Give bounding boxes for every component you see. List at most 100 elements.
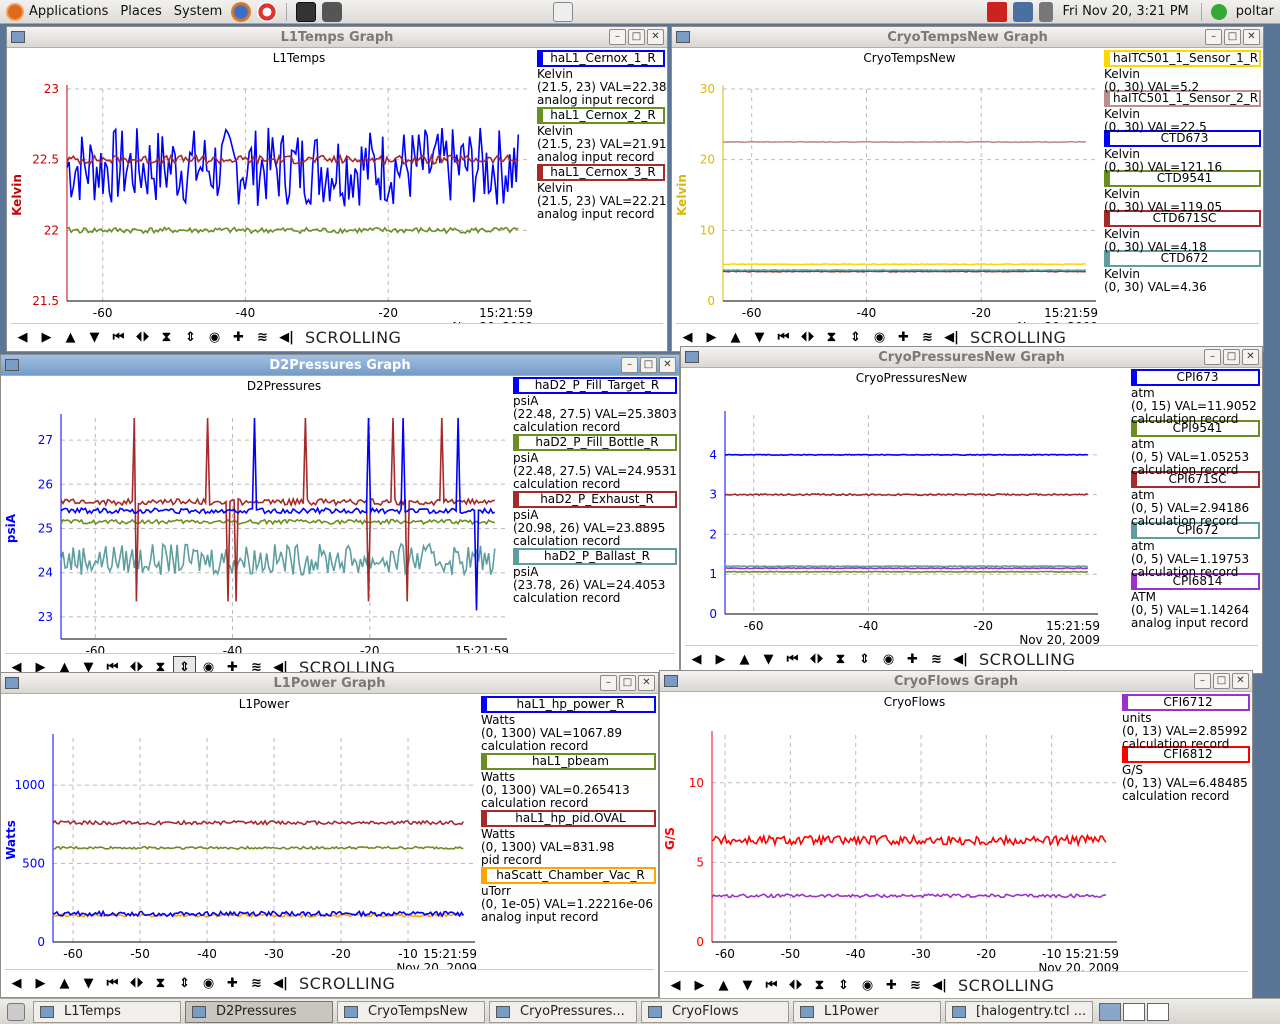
legend-pv-name[interactable]: CFI6712 [1122,694,1250,711]
legend-pv-name[interactable]: haL1_pbeam [481,753,656,770]
zoom-x-in-icon[interactable]: ⏮ [101,972,124,995]
legend-entry[interactable]: haITC501_1_Sensor_2_R Kelvin (0, 30) VAL=2… [1104,90,1261,134]
legend-entry[interactable]: haL1_pbeam Watts (0, 1300) VAL=0.265413 cal… [481,753,656,810]
legend-entry[interactable]: haD2_P_Fill_Bottle_R psiA (22.48, 27.5) VA… [513,434,677,491]
add-pv-icon[interactable]: ✚ [880,974,903,997]
scroll-back-icon[interactable]: ◀| [949,648,972,671]
legend-pv-name[interactable]: haL1_Cernox_2_R [537,107,665,124]
pan-down-icon[interactable]: ▼ [757,648,780,671]
zoom-x-in-icon[interactable]: ⏮ [760,974,783,997]
legend-entry[interactable]: CPI672 atm (0, 5) VAL=1.19753 calculation r… [1131,522,1260,579]
legend-entry[interactable]: CPI6814 ATM (0, 5) VAL=1.14264 analog input… [1131,573,1260,630]
scroll-back-icon[interactable]: ◀| [269,972,292,995]
legend-entry[interactable]: haL1_Cernox_1_R Kelvin (21.5, 23) VAL=22.3… [537,50,667,107]
legend-pv-name[interactable]: haITC501_1_Sensor_1_R [1104,50,1261,67]
update-notifier-icon[interactable] [987,1,1008,22]
legend-pv-name[interactable]: haD2_P_Fill_Target_R [513,377,677,394]
network-icon[interactable] [1013,1,1034,22]
cryotemps-window[interactable]: CryoTempsNew Graph – □ ✕ CryoTempsNew -60 -40 -… [671,26,1264,352]
legend-entry[interactable]: CPI671SC atm (0, 5) VAL=2.94186 calculation… [1131,471,1260,528]
applications-menu[interactable]: Applications [0,0,114,24]
pan-up-icon[interactable]: ▲ [733,648,756,671]
user-name[interactable]: poltar [1230,0,1280,24]
window-titlebar[interactable]: CryoTempsNew Graph [672,27,1263,48]
d2press-window[interactable]: D2Pressures Graph – □ ✕ D2Pressures -60 -40 -20… [0,354,680,682]
zoom-y-out-icon[interactable]: ⇕ [832,974,855,997]
reset-icon[interactable]: ◉ [197,972,220,995]
clock[interactable]: Fri Nov 20, 3:21 PM [1056,0,1194,24]
zoom-x-out-icon[interactable]: ⏴⏵ [125,972,148,995]
legend-entry[interactable]: CTD672 Kelvin (0, 30) VAL=4.36 [1104,250,1261,294]
close-icon[interactable]: ✕ [659,357,676,373]
zoom-y-out-icon[interactable]: ⇕ [179,326,202,349]
legend-entry[interactable]: haL1_hp_pid.OVAL Watts (0, 1300) VAL=831.9… [481,810,656,867]
zoom-y-out-icon[interactable]: ⇕ [173,972,196,995]
minimize-icon[interactable]: – [609,29,626,45]
autoscale-icon[interactable]: ≋ [925,648,948,671]
firefox-icon[interactable] [231,1,252,22]
close-icon[interactable]: ✕ [638,675,655,691]
zoom-y-in-icon[interactable]: ⧗ [155,326,178,349]
l1temps-window[interactable]: L1Temps Graph – □ ✕ L1Temps -60 -40 -20 21.5 22 22… [6,26,668,352]
zoom-x-out-icon[interactable]: ⏴⏵ [131,326,154,349]
zoom-x-out-icon[interactable]: ⏴⏵ [805,648,828,671]
pan-down-icon[interactable]: ▼ [77,972,100,995]
user-icon[interactable] [1210,3,1227,20]
minimize-icon[interactable]: – [600,675,617,691]
window-titlebar[interactable]: CryoPressuresNew Graph [681,347,1262,368]
legend-pv-name[interactable]: haITC501_1_Sensor_2_R [1104,90,1261,107]
taskbar-item[interactable]: CryoFlows [641,1000,789,1023]
pan-right-icon[interactable]: ▶ [709,648,732,671]
window-titlebar[interactable]: CryoFlows Graph [660,671,1252,692]
legend-entry[interactable]: haL1_Cernox_3_R Kelvin (21.5, 23) VAL=22.2… [537,164,667,221]
volume-muted-icon[interactable] [1039,1,1054,22]
autoscale-icon[interactable]: ≋ [251,326,274,349]
zoom-x-in-icon[interactable]: ⏮ [781,648,804,671]
maximize-icon[interactable]: □ [619,675,636,691]
reset-icon[interactable]: ◉ [856,974,879,997]
pan-left-icon[interactable]: ◀ [5,972,28,995]
window-app-icon[interactable] [685,351,699,363]
autoscale-icon[interactable]: ≋ [245,972,268,995]
add-pv-icon[interactable]: ✚ [221,972,244,995]
help-icon[interactable] [257,1,278,22]
workspace-1[interactable] [1099,1002,1121,1021]
pan-up-icon[interactable]: ▲ [53,972,76,995]
scroll-back-icon[interactable]: ◀| [275,326,298,349]
legend-pv-name[interactable]: CPI673 [1131,369,1260,386]
legend-pv-name[interactable]: haD2_P_Exhaust_R [513,491,677,508]
legend-entry[interactable]: haD2_P_Fill_Target_R psiA (22.48, 27.5) VA… [513,377,677,434]
minimize-icon[interactable]: – [1205,29,1222,45]
window-titlebar[interactable]: L1Temps Graph [7,27,667,48]
legend-pv-name[interactable]: haL1_hp_power_R [481,696,656,713]
legend-pv-name[interactable]: haD2_P_Fill_Bottle_R [513,434,677,451]
pan-up-icon[interactable]: ▲ [712,974,735,997]
pan-right-icon[interactable]: ▶ [29,972,52,995]
window-app-icon[interactable] [11,31,25,43]
close-icon[interactable]: ✕ [1243,29,1260,45]
terminal-icon[interactable] [296,1,317,22]
screenshot-icon[interactable] [322,1,343,22]
scroll-back-icon[interactable]: ◀| [928,974,951,997]
autoscale-icon[interactable]: ≋ [904,974,927,997]
zoom-y-in-icon[interactable]: ⧗ [149,972,172,995]
cryopress-window[interactable]: CryoPressuresNew Graph – □ ✕ CryoPressuresNe… [680,346,1263,674]
zoom-y-in-icon[interactable]: ⧗ [808,974,831,997]
pan-left-icon[interactable]: ◀ [685,648,708,671]
window-app-icon[interactable] [5,359,19,371]
show-desktop-icon[interactable] [7,1002,25,1021]
taskbar-item[interactable]: D2Pressures [185,1000,333,1023]
workspace-3[interactable] [1147,1002,1169,1021]
window-app-icon[interactable] [676,31,690,43]
legend-entry[interactable]: CTD9541 Kelvin (0, 30) VAL=119.05 [1104,170,1261,214]
l1power-window[interactable]: L1Power Graph – □ ✕ L1Power -60 -50 -40 -30 -20 -1… [0,672,659,998]
close-icon[interactable]: ✕ [647,29,664,45]
legend-entry[interactable]: CTD673 Kelvin (0, 30) VAL=121.16 [1104,130,1261,174]
taskbar-item[interactable]: L1Power [793,1000,941,1023]
reset-icon[interactable]: ◉ [877,648,900,671]
maximize-icon[interactable]: □ [1213,673,1230,689]
window-titlebar[interactable]: L1Power Graph [1,673,658,694]
zoom-x-in-icon[interactable]: ⏮ [107,326,130,349]
legend-pv-name[interactable]: haL1_Cernox_1_R [537,50,665,67]
legend-pv-name[interactable]: haD2_P_Ballast_R [513,548,677,565]
